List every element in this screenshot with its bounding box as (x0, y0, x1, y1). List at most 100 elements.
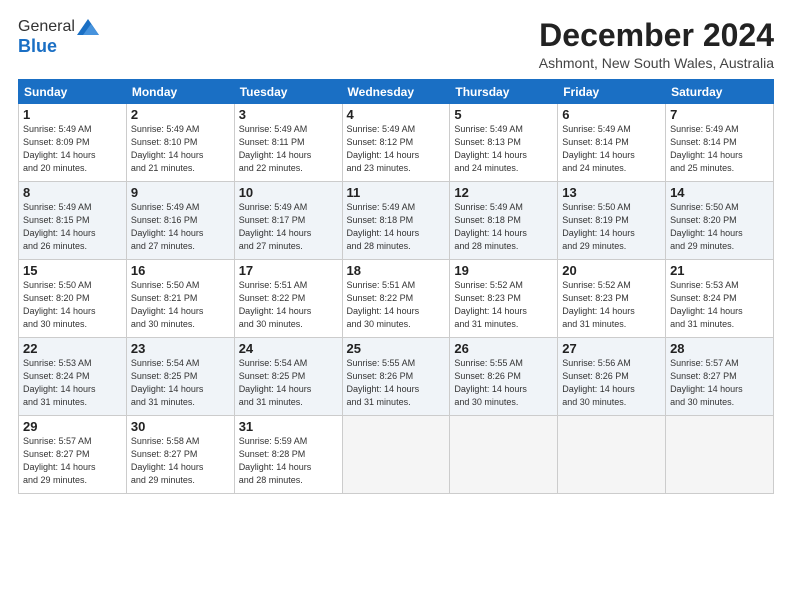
table-row: 28 Sunrise: 5:57 AMSunset: 8:27 PMDaylig… (666, 338, 774, 416)
day-info: Sunrise: 5:59 AMSunset: 8:28 PMDaylight:… (239, 436, 312, 485)
table-row: 15 Sunrise: 5:50 AMSunset: 8:20 PMDaylig… (19, 260, 127, 338)
day-info: Sunrise: 5:51 AMSunset: 8:22 PMDaylight:… (239, 280, 312, 329)
day-number: 26 (454, 341, 553, 356)
day-info: Sunrise: 5:49 AMSunset: 8:11 PMDaylight:… (239, 124, 312, 173)
table-row: 5 Sunrise: 5:49 AMSunset: 8:13 PMDayligh… (450, 104, 558, 182)
table-row: 17 Sunrise: 5:51 AMSunset: 8:22 PMDaylig… (234, 260, 342, 338)
day-info: Sunrise: 5:55 AMSunset: 8:26 PMDaylight:… (454, 358, 527, 407)
table-row: 29 Sunrise: 5:57 AMSunset: 8:27 PMDaylig… (19, 416, 127, 494)
day-info: Sunrise: 5:52 AMSunset: 8:23 PMDaylight:… (562, 280, 635, 329)
day-number: 5 (454, 107, 553, 122)
day-info: Sunrise: 5:53 AMSunset: 8:24 PMDaylight:… (670, 280, 743, 329)
logo: General Blue (18, 18, 99, 57)
month-title: December 2024 (539, 18, 774, 53)
calendar-row: 29 Sunrise: 5:57 AMSunset: 8:27 PMDaylig… (19, 416, 774, 494)
day-number: 17 (239, 263, 338, 278)
logo-blue-text: Blue (18, 36, 57, 57)
table-row: 14 Sunrise: 5:50 AMSunset: 8:20 PMDaylig… (666, 182, 774, 260)
day-number: 23 (131, 341, 230, 356)
day-number: 3 (239, 107, 338, 122)
logo-icon (77, 19, 99, 35)
table-row: 13 Sunrise: 5:50 AMSunset: 8:19 PMDaylig… (558, 182, 666, 260)
col-sunday: Sunday (19, 80, 127, 104)
day-number: 29 (23, 419, 122, 434)
day-info: Sunrise: 5:49 AMSunset: 8:13 PMDaylight:… (454, 124, 527, 173)
day-number: 10 (239, 185, 338, 200)
table-row (342, 416, 450, 494)
day-number: 19 (454, 263, 553, 278)
day-info: Sunrise: 5:49 AMSunset: 8:09 PMDaylight:… (23, 124, 96, 173)
day-number: 4 (347, 107, 446, 122)
calendar-row: 8 Sunrise: 5:49 AMSunset: 8:15 PMDayligh… (19, 182, 774, 260)
day-number: 15 (23, 263, 122, 278)
table-row (558, 416, 666, 494)
table-row: 22 Sunrise: 5:53 AMSunset: 8:24 PMDaylig… (19, 338, 127, 416)
logo-general-text: General (18, 18, 75, 36)
day-number: 24 (239, 341, 338, 356)
day-info: Sunrise: 5:50 AMSunset: 8:20 PMDaylight:… (670, 202, 743, 251)
page: General Blue December 2024 Ashmont, New … (0, 0, 792, 612)
table-row: 18 Sunrise: 5:51 AMSunset: 8:22 PMDaylig… (342, 260, 450, 338)
calendar-header-row: Sunday Monday Tuesday Wednesday Thursday… (19, 80, 774, 104)
table-row: 30 Sunrise: 5:58 AMSunset: 8:27 PMDaylig… (126, 416, 234, 494)
header: General Blue December 2024 Ashmont, New … (18, 18, 774, 71)
day-info: Sunrise: 5:49 AMSunset: 8:18 PMDaylight:… (454, 202, 527, 251)
day-number: 18 (347, 263, 446, 278)
day-info: Sunrise: 5:57 AMSunset: 8:27 PMDaylight:… (670, 358, 743, 407)
col-monday: Monday (126, 80, 234, 104)
table-row: 2 Sunrise: 5:49 AMSunset: 8:10 PMDayligh… (126, 104, 234, 182)
day-info: Sunrise: 5:57 AMSunset: 8:27 PMDaylight:… (23, 436, 96, 485)
day-number: 25 (347, 341, 446, 356)
day-info: Sunrise: 5:49 AMSunset: 8:17 PMDaylight:… (239, 202, 312, 251)
table-row: 26 Sunrise: 5:55 AMSunset: 8:26 PMDaylig… (450, 338, 558, 416)
calendar-row: 1 Sunrise: 5:49 AMSunset: 8:09 PMDayligh… (19, 104, 774, 182)
day-number: 8 (23, 185, 122, 200)
table-row: 19 Sunrise: 5:52 AMSunset: 8:23 PMDaylig… (450, 260, 558, 338)
day-number: 7 (670, 107, 769, 122)
day-info: Sunrise: 5:49 AMSunset: 8:16 PMDaylight:… (131, 202, 204, 251)
table-row: 21 Sunrise: 5:53 AMSunset: 8:24 PMDaylig… (666, 260, 774, 338)
day-number: 6 (562, 107, 661, 122)
day-info: Sunrise: 5:49 AMSunset: 8:14 PMDaylight:… (670, 124, 743, 173)
day-info: Sunrise: 5:49 AMSunset: 8:18 PMDaylight:… (347, 202, 420, 251)
title-block: December 2024 Ashmont, New South Wales, … (539, 18, 774, 71)
day-number: 9 (131, 185, 230, 200)
table-row: 9 Sunrise: 5:49 AMSunset: 8:16 PMDayligh… (126, 182, 234, 260)
table-row: 31 Sunrise: 5:59 AMSunset: 8:28 PMDaylig… (234, 416, 342, 494)
day-info: Sunrise: 5:58 AMSunset: 8:27 PMDaylight:… (131, 436, 204, 485)
table-row (450, 416, 558, 494)
day-number: 21 (670, 263, 769, 278)
day-info: Sunrise: 5:50 AMSunset: 8:19 PMDaylight:… (562, 202, 635, 251)
day-number: 22 (23, 341, 122, 356)
day-info: Sunrise: 5:51 AMSunset: 8:22 PMDaylight:… (347, 280, 420, 329)
table-row: 23 Sunrise: 5:54 AMSunset: 8:25 PMDaylig… (126, 338, 234, 416)
day-info: Sunrise: 5:49 AMSunset: 8:12 PMDaylight:… (347, 124, 420, 173)
table-row: 27 Sunrise: 5:56 AMSunset: 8:26 PMDaylig… (558, 338, 666, 416)
table-row: 25 Sunrise: 5:55 AMSunset: 8:26 PMDaylig… (342, 338, 450, 416)
day-number: 30 (131, 419, 230, 434)
day-number: 12 (454, 185, 553, 200)
table-row: 6 Sunrise: 5:49 AMSunset: 8:14 PMDayligh… (558, 104, 666, 182)
day-info: Sunrise: 5:49 AMSunset: 8:10 PMDaylight:… (131, 124, 204, 173)
day-number: 27 (562, 341, 661, 356)
day-info: Sunrise: 5:53 AMSunset: 8:24 PMDaylight:… (23, 358, 96, 407)
table-row: 12 Sunrise: 5:49 AMSunset: 8:18 PMDaylig… (450, 182, 558, 260)
table-row: 10 Sunrise: 5:49 AMSunset: 8:17 PMDaylig… (234, 182, 342, 260)
day-number: 14 (670, 185, 769, 200)
day-number: 1 (23, 107, 122, 122)
table-row: 24 Sunrise: 5:54 AMSunset: 8:25 PMDaylig… (234, 338, 342, 416)
table-row: 4 Sunrise: 5:49 AMSunset: 8:12 PMDayligh… (342, 104, 450, 182)
table-row (666, 416, 774, 494)
day-info: Sunrise: 5:50 AMSunset: 8:20 PMDaylight:… (23, 280, 96, 329)
col-thursday: Thursday (450, 80, 558, 104)
col-saturday: Saturday (666, 80, 774, 104)
day-number: 11 (347, 185, 446, 200)
col-friday: Friday (558, 80, 666, 104)
calendar-row: 22 Sunrise: 5:53 AMSunset: 8:24 PMDaylig… (19, 338, 774, 416)
day-number: 2 (131, 107, 230, 122)
table-row: 8 Sunrise: 5:49 AMSunset: 8:15 PMDayligh… (19, 182, 127, 260)
table-row: 1 Sunrise: 5:49 AMSunset: 8:09 PMDayligh… (19, 104, 127, 182)
day-number: 28 (670, 341, 769, 356)
day-info: Sunrise: 5:50 AMSunset: 8:21 PMDaylight:… (131, 280, 204, 329)
day-info: Sunrise: 5:52 AMSunset: 8:23 PMDaylight:… (454, 280, 527, 329)
